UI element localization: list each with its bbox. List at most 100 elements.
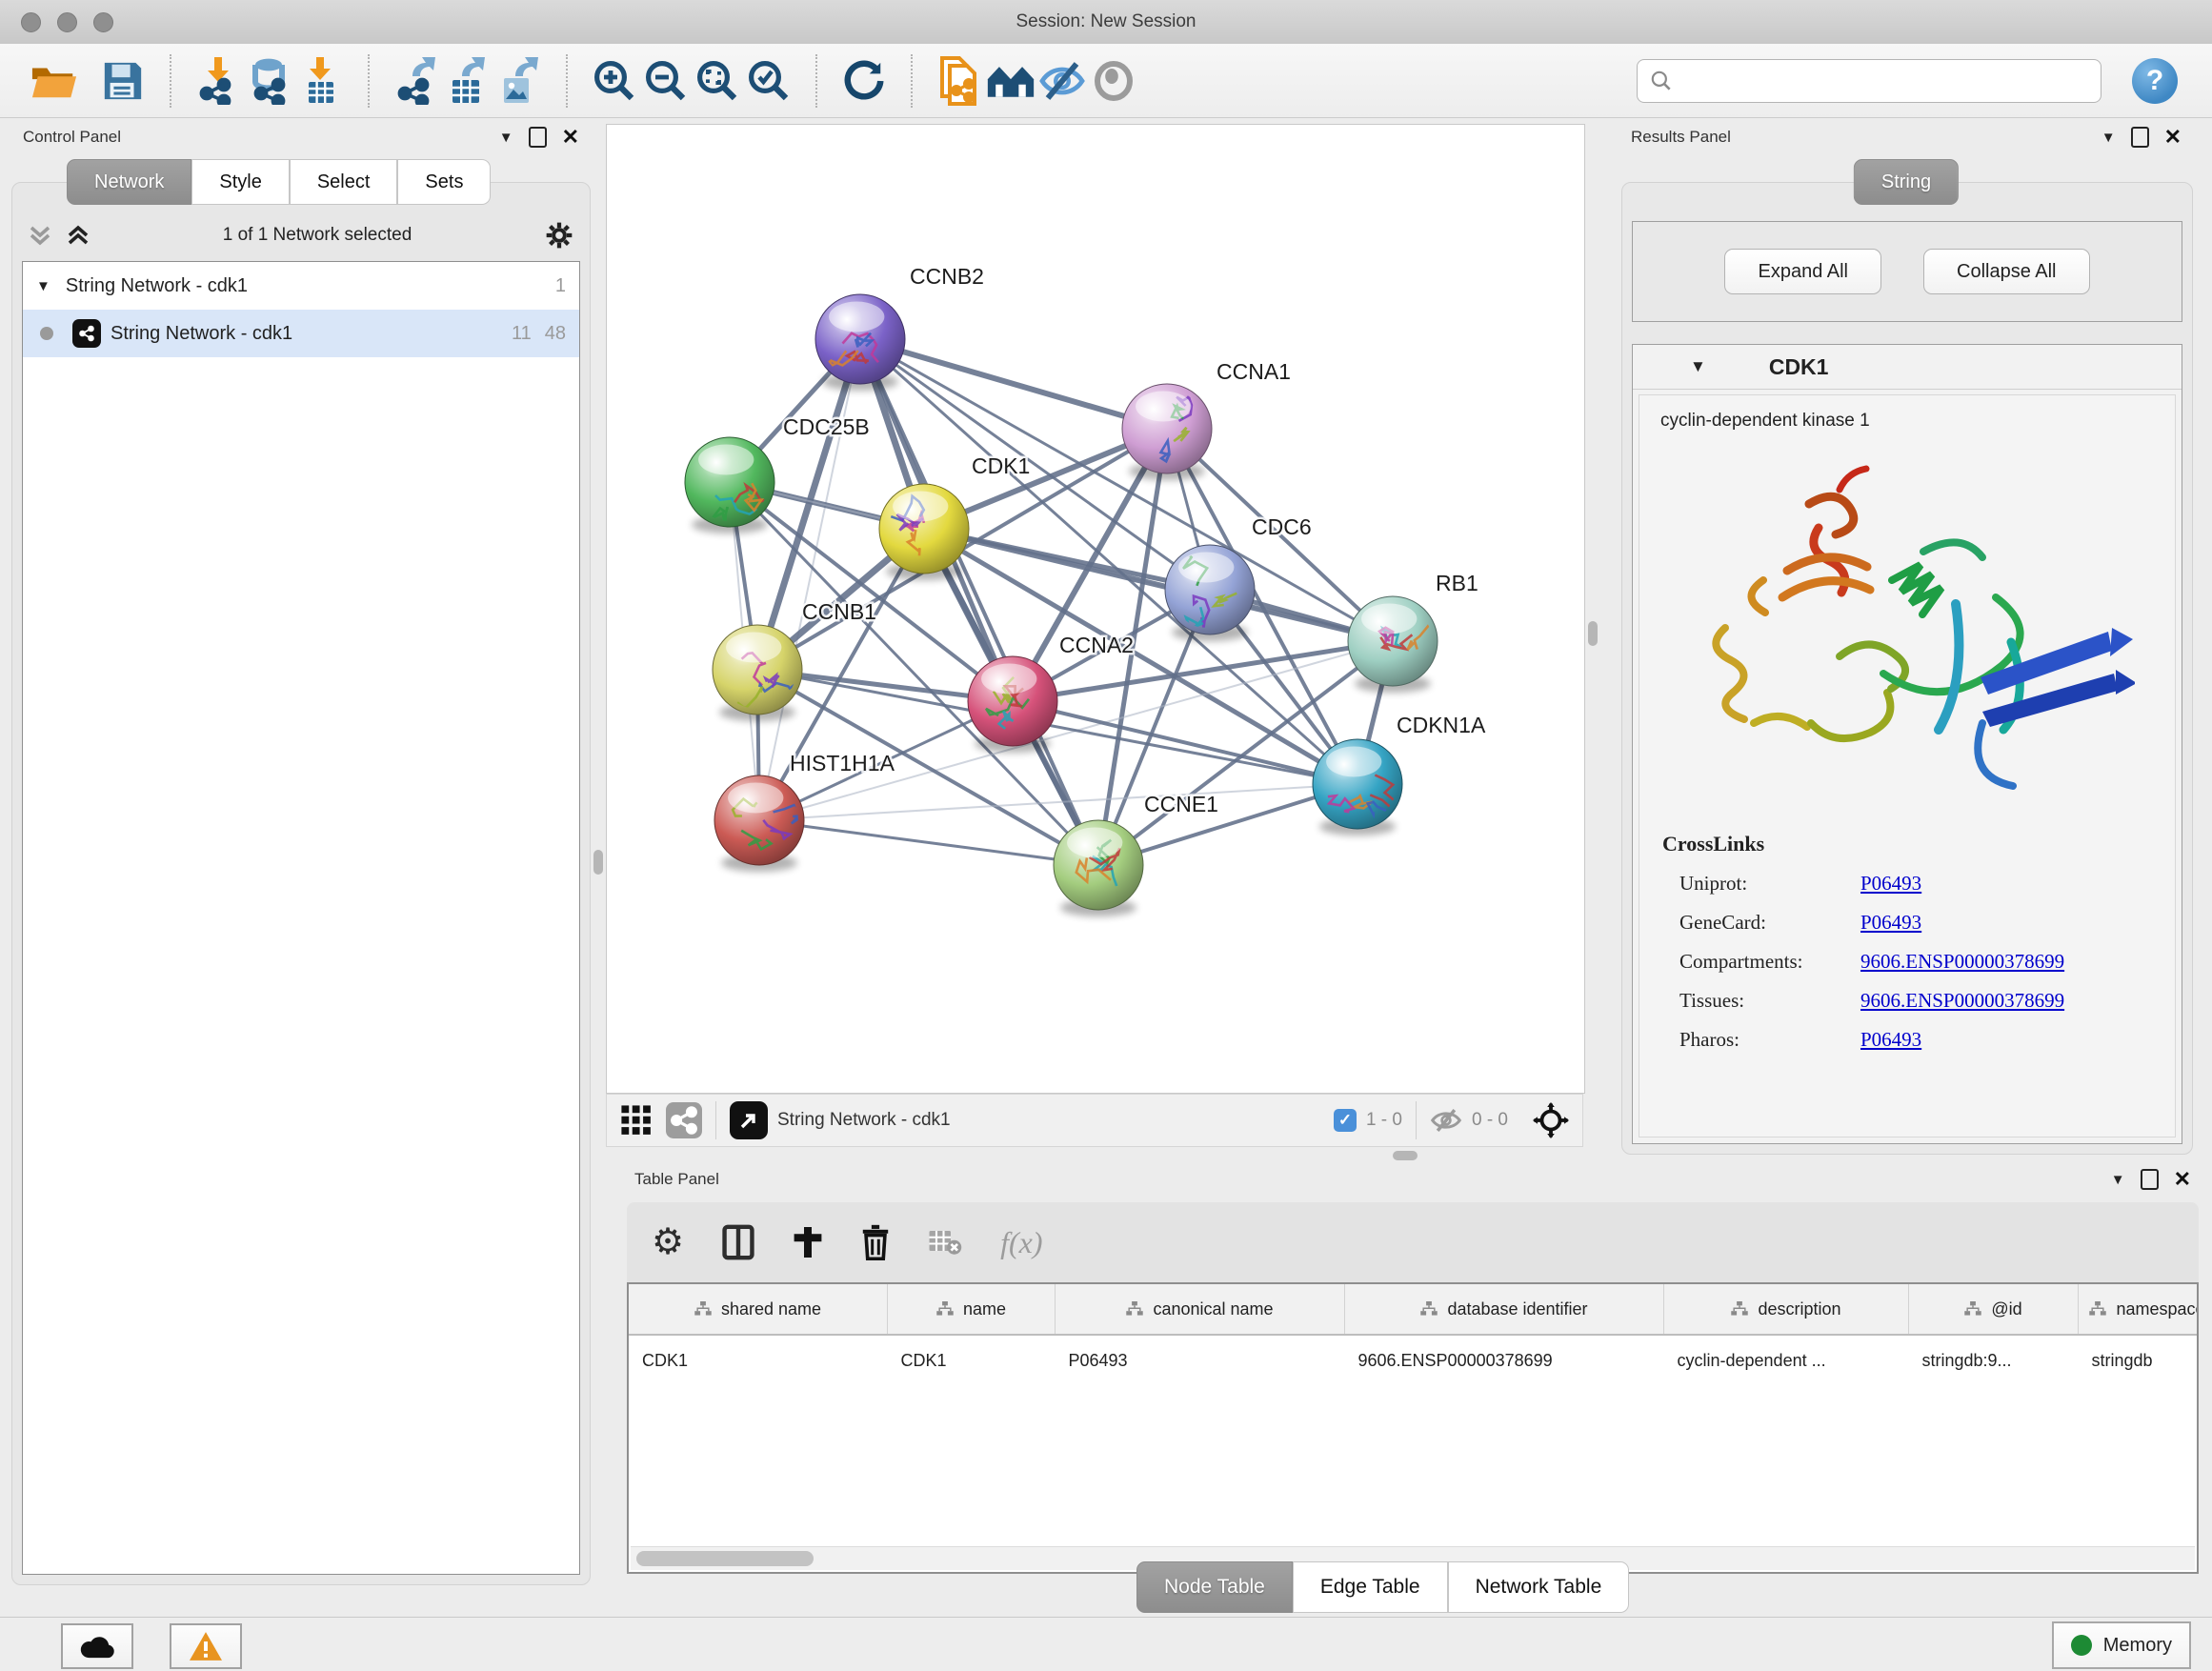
- selected-items-checkbox[interactable]: ✓: [1334, 1109, 1357, 1132]
- panel-menu-caret-icon[interactable]: ▼: [499, 130, 513, 146]
- table-cell[interactable]: 9606.ENSP00000378699: [1345, 1335, 1664, 1385]
- clone-network-button[interactable]: [934, 55, 985, 107]
- network-node-CDC6[interactable]: [1165, 538, 1255, 634]
- help-button[interactable]: ?: [2132, 58, 2178, 104]
- panel-close-icon[interactable]: ✕: [2174, 1171, 2191, 1188]
- network-graph[interactable]: CCNB2CCNA1CDC25BCDK1CDC6RB1CCNB1CCNA2CDK…: [607, 125, 1582, 1091]
- panel-menu-caret-icon[interactable]: ▼: [2111, 1172, 2125, 1188]
- crosslink-link[interactable]: P06493: [1860, 872, 1921, 896]
- network-view-toolbar: String Network - cdk1 ✓ 1 - 0 0 - 0: [606, 1094, 1583, 1147]
- network-node-CCNB2[interactable]: [815, 294, 905, 384]
- import-table-button[interactable]: [295, 55, 347, 107]
- export-image-button[interactable]: [493, 55, 545, 107]
- panel-float-icon[interactable]: [529, 127, 547, 148]
- column-header-namespace[interactable]: namespace: [2079, 1284, 2200, 1335]
- zoom-selected-button[interactable]: [743, 55, 794, 107]
- network-node-CDC25B[interactable]: [685, 437, 774, 527]
- column-header-label: shared name: [721, 1299, 821, 1319]
- table-cell[interactable]: P06493: [1056, 1335, 1345, 1385]
- panel-float-icon[interactable]: [2131, 127, 2149, 148]
- share-view-icon[interactable]: [666, 1102, 702, 1138]
- apply-layout-button[interactable]: [838, 55, 890, 107]
- save-session-button[interactable]: [97, 55, 149, 107]
- column-header-@id[interactable]: @id: [1909, 1284, 2079, 1335]
- table-cell[interactable]: CDK1: [629, 1335, 888, 1385]
- crosslink-link[interactable]: 9606.ENSP00000378699: [1860, 989, 2064, 1013]
- right-splitter-handle[interactable]: [1588, 621, 1598, 646]
- network-node-CDKN1A[interactable]: [1313, 739, 1402, 829]
- entry-collapse-caret-icon[interactable]: ▼: [1690, 357, 1706, 376]
- panel-float-icon[interactable]: [2141, 1169, 2159, 1190]
- table-cell[interactable]: stringdb: [2079, 1335, 2200, 1385]
- column-header-name[interactable]: name: [888, 1284, 1056, 1335]
- crosslink-label: Pharos:: [1679, 1028, 1860, 1052]
- grid-view-icon[interactable]: [620, 1104, 653, 1137]
- cloud-status-button[interactable]: [61, 1623, 133, 1669]
- gene-entry-header[interactable]: ▼ CDK1: [1633, 345, 2182, 390]
- tab-node-table[interactable]: Node Table: [1136, 1561, 1293, 1613]
- network-node-CCNA1[interactable]: [1122, 384, 1212, 473]
- tab-sets[interactable]: Sets: [397, 159, 491, 205]
- network-node-RB1[interactable]: [1348, 596, 1438, 686]
- tab-style[interactable]: Style: [191, 159, 289, 205]
- open-session-button[interactable]: [29, 55, 80, 107]
- column-header-canonical-name[interactable]: canonical name: [1056, 1284, 1345, 1335]
- panel-close-icon[interactable]: ✕: [2164, 129, 2182, 146]
- show-columns-icon[interactable]: [722, 1224, 754, 1260]
- first-neighbors-button[interactable]: [985, 55, 1036, 107]
- network-node-CCNE1[interactable]: [1054, 820, 1143, 910]
- column-header-database-identifier[interactable]: database identifier: [1345, 1284, 1664, 1335]
- network-row[interactable]: String Network - cdk1 11 48: [23, 310, 579, 357]
- export-table-button[interactable]: [442, 55, 493, 107]
- panel-menu-caret-icon[interactable]: ▼: [2101, 130, 2116, 146]
- column-type-icon: [936, 1301, 954, 1317]
- crosslink-link[interactable]: 9606.ENSP00000378699: [1860, 950, 2064, 974]
- export-network-button[interactable]: [391, 55, 442, 107]
- table-cell[interactable]: CDK1: [888, 1335, 1056, 1385]
- column-header-description[interactable]: description: [1664, 1284, 1909, 1335]
- network-options-gear-icon[interactable]: [544, 220, 574, 251]
- create-column-icon[interactable]: [793, 1225, 823, 1259]
- left-splitter-handle[interactable]: [593, 850, 603, 875]
- network-node-CCNA2[interactable]: [968, 656, 1057, 746]
- tab-edge-table[interactable]: Edge Table: [1293, 1561, 1448, 1613]
- column-header-shared-name[interactable]: shared name: [629, 1284, 888, 1335]
- tab-string[interactable]: String: [1854, 159, 1959, 205]
- collapse-all-chevrons-icon[interactable]: [28, 224, 52, 247]
- delete-column-trash-icon[interactable]: [861, 1224, 890, 1260]
- tree-caret-icon[interactable]: ▼: [36, 278, 50, 294]
- tab-select[interactable]: Select: [290, 159, 398, 205]
- collapse-all-button[interactable]: Collapse All: [1923, 249, 2090, 294]
- network-collection-row[interactable]: ▼ String Network - cdk1 1: [23, 262, 579, 310]
- memory-button[interactable]: Memory: [2052, 1621, 2191, 1669]
- expand-all-chevrons-icon[interactable]: [66, 224, 90, 247]
- network-canvas[interactable]: CCNB2CCNA1CDC25BCDK1CDC6RB1CCNB1CCNA2CDK…: [606, 124, 1585, 1094]
- crosslink-link[interactable]: P06493: [1860, 1028, 1921, 1052]
- control-panel: Control Panel ▼ ✕ Network Style Select S…: [10, 119, 593, 1589]
- network-node-CDK1[interactable]: [879, 484, 969, 574]
- crosslink-link[interactable]: P06493: [1860, 911, 1921, 935]
- birdseye-crosshair-icon[interactable]: [1533, 1102, 1569, 1138]
- node-table-box: ⚙: [627, 1202, 2199, 1574]
- network-node-HIST1H1A[interactable]: [714, 775, 804, 865]
- table-cell[interactable]: cyclin-dependent ...: [1664, 1335, 1909, 1385]
- panel-close-icon[interactable]: ✕: [562, 129, 579, 146]
- tab-network-table[interactable]: Network Table: [1448, 1561, 1630, 1613]
- show-all-button[interactable]: [1088, 55, 1139, 107]
- node-label-RB1: RB1: [1436, 571, 1478, 595]
- hide-selected-button[interactable]: [1036, 55, 1088, 107]
- detach-view-button[interactable]: [730, 1101, 768, 1139]
- warnings-button[interactable]: [170, 1623, 242, 1669]
- crosslink-row: GeneCard:P06493: [1662, 911, 2175, 935]
- table-options-gear-icon[interactable]: ⚙: [652, 1224, 684, 1260]
- zoom-in-button[interactable]: [589, 55, 640, 107]
- zoom-fit-button[interactable]: [692, 55, 743, 107]
- search-input[interactable]: [1674, 70, 2078, 91]
- expand-all-button[interactable]: Expand All: [1724, 249, 1881, 294]
- table-cell[interactable]: stringdb:9...: [1909, 1335, 2079, 1385]
- tab-network[interactable]: Network: [67, 159, 191, 205]
- zoom-out-button[interactable]: [640, 55, 692, 107]
- import-network-database-button[interactable]: [244, 55, 295, 107]
- scrollbar-thumb[interactable]: [636, 1551, 814, 1566]
- import-network-file-button[interactable]: [192, 55, 244, 107]
